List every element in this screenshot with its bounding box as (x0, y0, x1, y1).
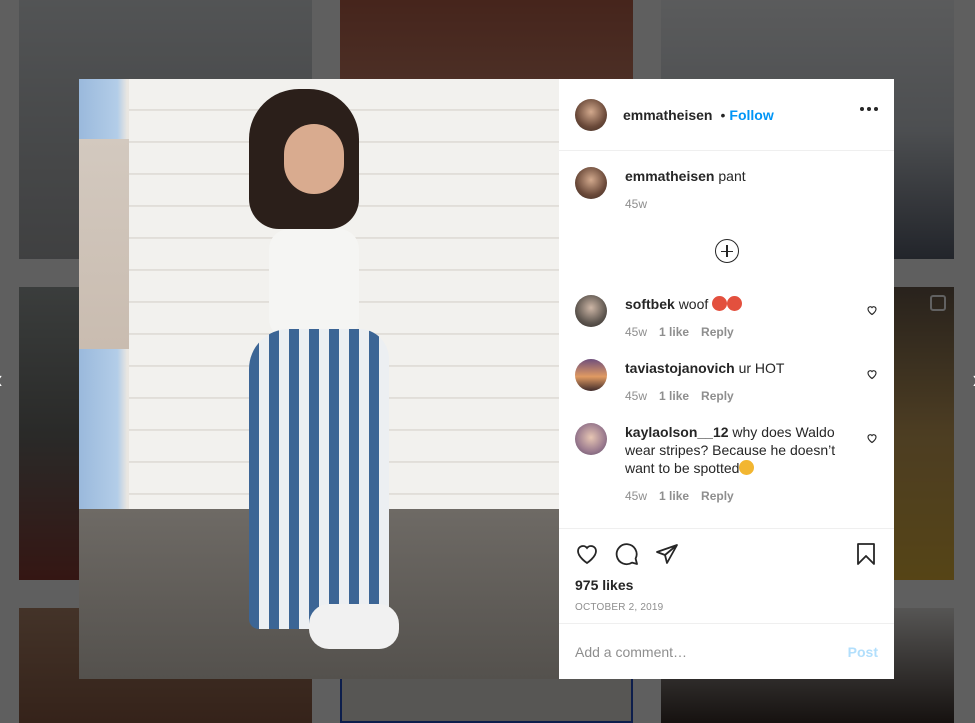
post-photo[interactable] (79, 79, 559, 679)
comment-username[interactable]: softbek (625, 296, 675, 312)
reply-button[interactable]: Reply (701, 389, 734, 403)
comment-text: ur HOT (738, 360, 785, 376)
avatar[interactable] (575, 359, 607, 391)
avatar[interactable] (575, 295, 607, 327)
comment-input[interactable] (575, 643, 848, 660)
heart-icon[interactable] (866, 368, 878, 380)
bookmark-icon[interactable] (854, 542, 878, 566)
emoji-icon (727, 296, 743, 311)
post-modal: emmatheisen • Follow emmatheisen pant 45… (79, 79, 894, 679)
post-header: emmatheisen • Follow (559, 79, 894, 151)
list-item: taviastojanovich ur HOT 45w 1 like Reply (575, 359, 878, 403)
post-button[interactable]: Post (848, 644, 878, 660)
chevron-left-icon[interactable]: ‹ (0, 366, 3, 392)
comment-time[interactable]: 45w (625, 389, 647, 403)
comment-likes[interactable]: 1 like (659, 325, 689, 339)
heart-icon[interactable] (866, 432, 878, 444)
likes-count[interactable]: 975 likes (575, 577, 878, 593)
caption-username[interactable]: emmatheisen (625, 168, 714, 184)
comment-time[interactable]: 45w (625, 325, 647, 339)
comment-icon[interactable] (615, 542, 639, 566)
post-sidebar: emmatheisen • Follow emmatheisen pant 45… (559, 79, 894, 679)
avatar[interactable] (575, 423, 607, 455)
post-date[interactable]: OCTOBER 2, 2019 (575, 602, 878, 613)
list-item: kaylaolson__12 why does Waldo wear strip… (575, 423, 878, 503)
separator-dot: • (720, 106, 726, 123)
photo-person (229, 89, 409, 669)
comments-list[interactable]: emmatheisen pant 45w softbek woof 45w 1 l… (559, 151, 894, 528)
caption: emmatheisen pant 45w (575, 167, 878, 211)
list-item: softbek woof 45w 1 like Reply (575, 295, 878, 339)
reply-button[interactable]: Reply (701, 489, 734, 503)
emoji-icon (739, 460, 755, 475)
action-bar: 975 likes OCTOBER 2, 2019 (559, 528, 894, 623)
avatar[interactable] (575, 167, 607, 199)
avatar[interactable] (575, 98, 607, 131)
load-more-comments-icon (714, 239, 739, 263)
comment-text: woof (678, 296, 709, 312)
photo-house (79, 139, 129, 349)
comment-username[interactable]: kaylaolson__12 (625, 424, 729, 440)
add-comment-bar: Post (559, 623, 894, 679)
load-more-comments-button[interactable] (575, 239, 878, 263)
heart-icon[interactable] (575, 542, 599, 566)
comment-username[interactable]: taviastojanovich (625, 360, 735, 376)
comment-likes[interactable]: 1 like (659, 489, 689, 503)
caption-time[interactable]: 45w (625, 197, 647, 211)
share-icon[interactable] (655, 542, 679, 566)
comment-likes[interactable]: 1 like (659, 389, 689, 403)
comment-time[interactable]: 45w (625, 489, 647, 503)
more-options-icon[interactable] (860, 107, 878, 111)
reply-button[interactable]: Reply (701, 325, 734, 339)
follow-button[interactable]: Follow (729, 107, 773, 123)
caption-text: pant (718, 168, 746, 184)
heart-icon[interactable] (866, 304, 878, 316)
author-username[interactable]: emmatheisen (623, 107, 712, 123)
emoji-icon (712, 296, 728, 311)
